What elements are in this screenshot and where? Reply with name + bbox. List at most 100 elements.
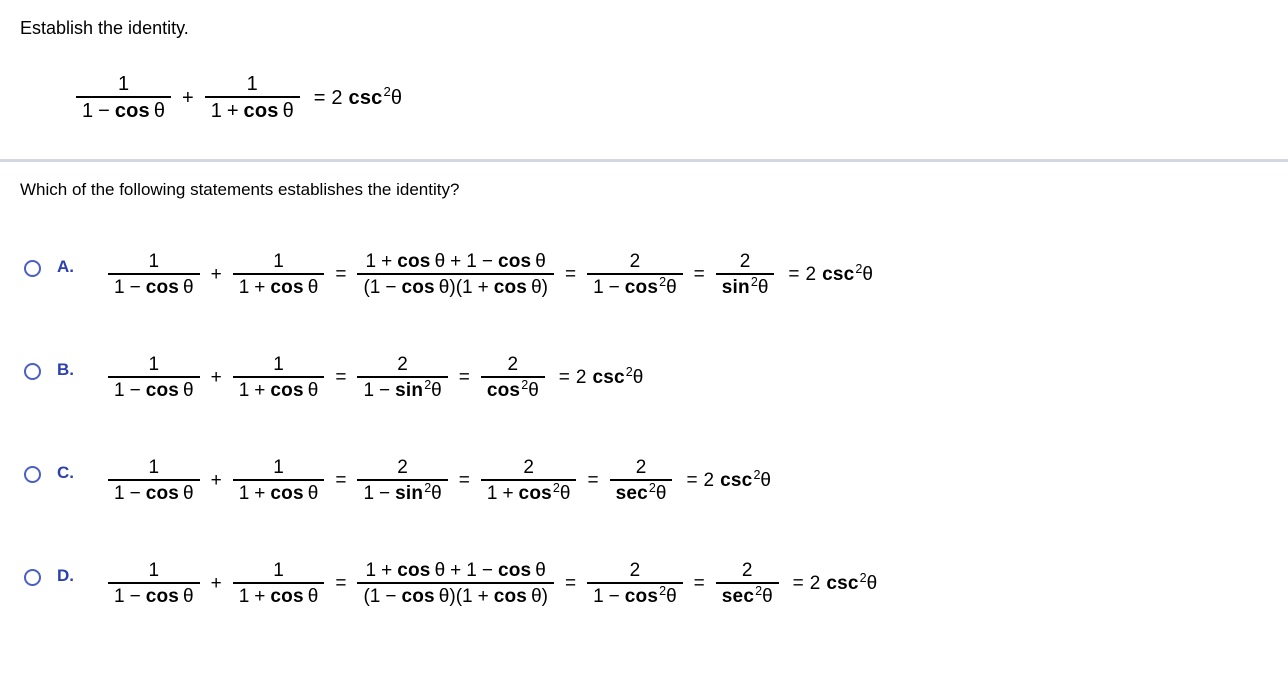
minus-operator: − <box>608 277 620 298</box>
numerator: 1 <box>246 73 258 95</box>
section-divider <box>0 159 1288 162</box>
denominator: 1 + cos θ <box>233 275 325 297</box>
digit-one: 1 <box>486 483 498 504</box>
plus-operator: + <box>381 251 393 272</box>
minus-operator: − <box>379 483 391 504</box>
radio-button-b[interactable] <box>24 363 41 380</box>
cos-function: cos <box>145 277 180 298</box>
fraction-step: 2 sin2θ <box>715 252 775 297</box>
equals-operator: = <box>587 470 599 491</box>
option-row-d[interactable]: D. 1 1− cos θ + 1 1 + cos θ = 1 + cos θ +1− cos θ <box>0 557 1288 657</box>
numerator: 1 <box>273 560 284 581</box>
theta-symbol: θ <box>153 100 166 122</box>
plus-operator: + <box>450 251 462 272</box>
equation-right-side: = 2 csc2θ <box>304 85 402 108</box>
denominator: 1 + cos θ <box>233 584 325 606</box>
fraction-step: 1 1− cos θ <box>108 355 200 400</box>
digit-one: 1 <box>114 483 125 504</box>
fraction-step: 2 sec2θ <box>609 457 673 503</box>
theta-symbol: θ <box>531 277 542 298</box>
numerator: 1 <box>148 457 160 478</box>
step-result: = 2 csc2θ <box>549 365 644 388</box>
plus-operator: + <box>381 560 393 581</box>
option-letter-b: B. <box>57 360 74 379</box>
minus-operator: − <box>98 100 110 122</box>
radio-button-a[interactable] <box>24 260 41 277</box>
denominator: sec2θ <box>610 481 673 503</box>
numerator: 1 <box>148 560 160 581</box>
theta-symbol: θ <box>762 586 773 607</box>
cos-function: cos <box>497 560 532 581</box>
equals-operator: = <box>558 367 570 388</box>
minus-operator: − <box>481 560 493 581</box>
numerator: 2 <box>741 560 753 581</box>
minus-operator: − <box>481 251 493 272</box>
theta-symbol: θ <box>307 380 319 401</box>
plus-operator: + <box>210 573 222 594</box>
denominator: cos2θ <box>481 378 545 400</box>
cos-function: cos <box>493 586 528 607</box>
radio-button-d[interactable] <box>24 569 41 586</box>
csc-function: csc <box>720 470 753 491</box>
theta-symbol: θ <box>434 251 446 272</box>
question-prompt: Which of the following statements establ… <box>20 180 460 199</box>
denominator: (1− cos θ)(1 + cos θ) <box>357 584 554 606</box>
cos-function: cos <box>401 277 435 298</box>
numerator: 2 <box>397 457 408 478</box>
equals-operator: = <box>788 264 800 285</box>
option-letter-a: A. <box>57 257 74 276</box>
theta-symbol: θ <box>183 586 194 607</box>
plus-operator: + <box>210 470 222 491</box>
fraction-one-over-one-plus-cos-theta: 1 1 + cos θ <box>204 73 300 122</box>
fraction-step: 2 1− sin2θ <box>357 457 448 504</box>
plus-operator: + <box>254 380 266 401</box>
coefficient-two: 2 <box>703 470 715 491</box>
numerator: 1 <box>273 251 284 272</box>
plus-operator: + <box>254 277 266 298</box>
plus-operator: + <box>477 586 489 607</box>
theta-symbol: θ <box>862 264 873 285</box>
digit-one: 1 <box>238 277 250 298</box>
equals-operator: = <box>458 470 470 491</box>
option-row-c[interactable]: C. 1 1−cosθ + 1 1+cosθ = 2 1−sin2θ <box>0 454 1288 557</box>
theta-symbol: θ <box>183 483 194 504</box>
numerator: 2 <box>629 251 641 272</box>
minus-operator: − <box>379 380 391 401</box>
option-math-a: 1 1− cos θ + 1 1 + cos θ = 1 + cos θ +1− cos θ (1− c… <box>104 252 873 297</box>
option-row-b[interactable]: B. 1 1−cosθ + 1 1+cosθ = 2 1−sin2θ <box>0 351 1288 454</box>
theta-symbol: θ <box>528 380 539 401</box>
option-row-a[interactable]: A. 1 1− cos θ + 1 1 + cos θ = 1 + cos θ +1− cos θ <box>0 248 1288 351</box>
digit-one: 1 <box>369 586 381 607</box>
radio-button-c[interactable] <box>24 466 41 483</box>
denominator: sin2θ <box>716 275 775 297</box>
digit-one: 1 <box>462 277 473 298</box>
numerator: 2 <box>635 457 647 478</box>
sin-function: sin <box>721 277 750 298</box>
theta-symbol: θ <box>438 586 450 607</box>
option-math-b: 1 1−cosθ + 1 1+cosθ = 2 1−sin2θ = <box>104 355 643 400</box>
numerator: 1 + cos θ +1− cos θ <box>360 561 552 582</box>
minus-operator: − <box>129 483 141 504</box>
plus-operator: + <box>254 483 266 504</box>
digit-one: 1 <box>462 586 473 607</box>
exponent-two: 2 <box>750 274 758 289</box>
fraction-one-over-one-minus-cos-theta: 1 1− cos θ <box>76 74 172 122</box>
coefficient-two: 2 <box>805 264 817 285</box>
numerator: 2 <box>507 354 519 375</box>
plus-operator: + <box>450 560 462 581</box>
fraction-step: 2 sec2θ <box>715 560 779 607</box>
denominator: 1− cos θ <box>108 481 200 503</box>
main-identity-equation: 1 1− cos θ + 1 1 + cos θ = 2 csc2θ <box>72 74 402 121</box>
digit-one: 1 <box>114 380 125 401</box>
cos-function: cos <box>270 277 304 298</box>
fraction-step: 1 1 + cos θ <box>232 251 325 297</box>
plus-operator: + <box>254 586 266 607</box>
minus-operator: − <box>129 277 141 298</box>
cos-function: cos <box>493 277 528 298</box>
option-math-c: 1 1−cosθ + 1 1+cosθ = 2 1−sin2θ = <box>104 458 771 503</box>
theta-symbol: θ <box>282 100 294 122</box>
fraction-step: 1 + cos θ +1− cos θ (1− cos θ)(1 + cos θ) <box>357 561 554 606</box>
denominator: 1− cos θ <box>108 378 200 400</box>
equals-operator: = <box>693 264 705 285</box>
exponent-two: 2 <box>859 570 867 585</box>
